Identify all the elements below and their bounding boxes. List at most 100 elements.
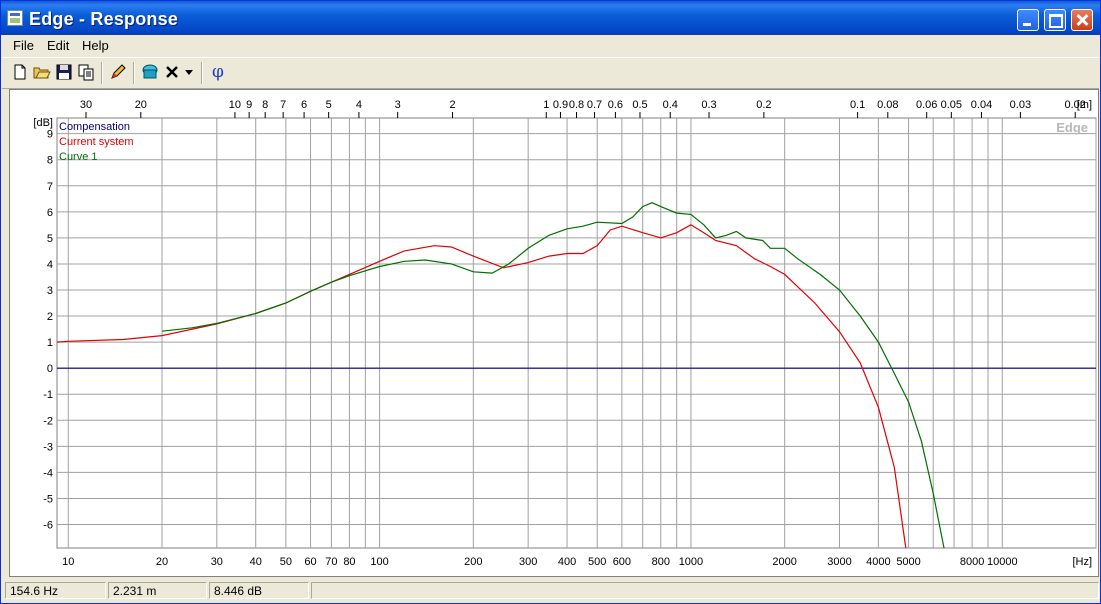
x-tick-label: 3000 (827, 556, 851, 568)
y-tick-label: 2 (47, 311, 53, 323)
x-tick-label: 500 (588, 556, 606, 568)
x-tick-label: 4000 (866, 556, 890, 568)
top-tick-label: 0.5 (632, 99, 647, 111)
top-tick-label: 5 (326, 99, 332, 111)
top-tick-label: 0.08 (877, 99, 898, 111)
app-icon[interactable] (7, 10, 23, 26)
x-tick-label: 8000 (960, 556, 984, 568)
y-tick-label: 6 (47, 207, 53, 219)
y-tick-label: 9 (47, 129, 53, 141)
phase-icon[interactable]: φ (208, 62, 228, 82)
top-tick-label: 6 (301, 99, 307, 111)
speaker-icon[interactable] (140, 62, 160, 82)
y-tick-label: 0 (47, 363, 53, 375)
top-axis-label: [m] (1077, 99, 1092, 111)
menu-edit[interactable]: Edit (47, 38, 69, 53)
top-tick-label: 0.2 (756, 99, 771, 111)
top-tick-label: 4 (356, 99, 362, 111)
toolbar: φ (2, 57, 1099, 89)
x-tick-label: 50 (280, 556, 292, 568)
status-distance: 2.231 m (108, 582, 207, 599)
status-bar: 154.6 Hz 2.231 m 8.446 dB (2, 580, 1099, 602)
x-tick-label: 2000 (772, 556, 796, 568)
y-tick-label: -3 (43, 441, 53, 453)
menu-bar: File Edit Help (2, 35, 1099, 56)
y-tick-label: -2 (43, 415, 53, 427)
toolbar-separator (133, 62, 135, 84)
pencil-icon[interactable] (108, 62, 128, 82)
copy-icon[interactable] (76, 62, 96, 82)
dropdown-arrow-icon[interactable] (182, 62, 196, 82)
legend-entry: Compensation (59, 121, 130, 133)
x-tick-label: 10000 (987, 556, 1018, 568)
top-tick-label: 0.06 (916, 99, 937, 111)
y-tick-label: -4 (43, 467, 53, 479)
plot-frame (56, 117, 1097, 549)
x-tick-label: 80 (343, 556, 355, 568)
status-level: 8.446 dB (209, 582, 309, 599)
top-tick-label: 2 (449, 99, 455, 111)
new-file-icon[interactable] (10, 62, 30, 82)
toolbar-separator (101, 62, 103, 84)
toolbar-separator (201, 62, 203, 84)
x-tick-label: 600 (613, 556, 631, 568)
top-tick-label: 7 (280, 99, 286, 111)
maximize-button[interactable] (1044, 9, 1066, 31)
x-tick-label: 10 (62, 556, 74, 568)
top-tick-label: 9 (246, 99, 252, 111)
top-tick-label: 1 (543, 99, 549, 111)
y-tick-label: 3 (47, 285, 53, 297)
legend-entry: Curve 1 (59, 151, 98, 163)
y-tick-label: 8 (47, 155, 53, 167)
x-tick-label: 30 (211, 556, 223, 568)
top-tick-label: 0.9 (553, 99, 568, 111)
response-chart[interactable]: 9 8 7 6 5 4 3 2 1 0 -1 -2 -3 -4 -5 -6 [dB] 10 20 30 40 50 60 70… (9, 89, 1099, 577)
x-tick-label: 800 (652, 556, 670, 568)
y-tick-label: -6 (43, 520, 53, 532)
y-tick-label: 4 (47, 259, 53, 271)
close-button[interactable] (1071, 9, 1093, 31)
x-tick-label: 200 (464, 556, 482, 568)
title-bar[interactable]: Edge - Response (1, 1, 1100, 35)
top-tick-label: 8 (262, 99, 268, 111)
x-tick-label: 300 (519, 556, 537, 568)
menu-help[interactable]: Help (82, 38, 109, 53)
delete-icon[interactable] (162, 62, 182, 82)
y-tick-label: 7 (47, 181, 53, 193)
chart-svg: 9876543210-1-2-3-4-5-6[dB]10 20 30 40 50 60 70… (33, 99, 1097, 568)
window-title: Edge - Response (29, 9, 179, 29)
open-folder-icon[interactable] (32, 62, 52, 82)
top-tick-label: 0.6 (608, 99, 623, 111)
status-empty (311, 582, 1099, 599)
top-tick-label: 20 (135, 99, 147, 111)
y-tick-label: 5 (47, 233, 53, 245)
top-tick-label: 3 (395, 99, 401, 111)
status-frequency: 154.6 Hz (5, 582, 106, 599)
top-tick-label: 0.4 (663, 99, 678, 111)
y-axis-label: [dB] (33, 117, 53, 129)
x-tick-label: 100 (370, 556, 388, 568)
x-tick-label: 5000 (896, 556, 920, 568)
top-tick-label: 0.03 (1010, 99, 1031, 111)
app-window: Edge - Response File Edit Help φ 9 8 7 6… (0, 0, 1101, 604)
minimize-button[interactable] (1017, 9, 1039, 31)
y-tick-label: 1 (47, 337, 53, 349)
x-tick-label: 400 (558, 556, 576, 568)
top-tick-label: 0.04 (971, 99, 992, 111)
top-tick-label: 0.8 (569, 99, 584, 111)
x-tick-label: 1000 (679, 556, 703, 568)
x-tick-label: 40 (250, 556, 262, 568)
top-tick-label: 0.05 (941, 99, 962, 111)
x-tick-label: 60 (304, 556, 316, 568)
top-tick-label: 10 (229, 99, 241, 111)
x-axis-label: [Hz] (1072, 556, 1092, 568)
x-tick-label: 20 (156, 556, 168, 568)
top-tick-label: 30 (80, 99, 92, 111)
top-tick-label: 0.1 (850, 99, 865, 111)
top-tick-label: 0.3 (701, 99, 716, 111)
top-tick-label: 0.7 (587, 99, 602, 111)
legend-entry: Current system (59, 136, 134, 148)
menu-file[interactable]: File (13, 38, 34, 53)
save-icon[interactable] (54, 62, 74, 82)
y-tick-label: -5 (43, 493, 53, 505)
